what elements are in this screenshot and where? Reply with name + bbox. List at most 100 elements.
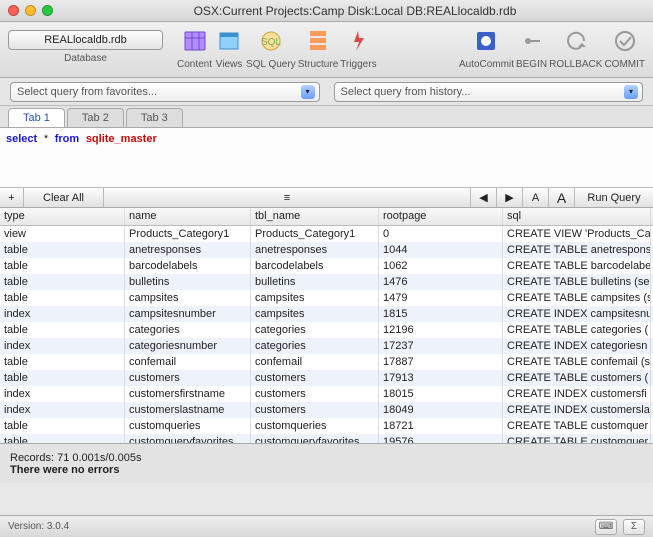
- sql-editor[interactable]: select * from sqlite_master: [0, 128, 653, 188]
- column-header-rootpage[interactable]: rootpage: [379, 208, 503, 225]
- table-row[interactable]: tablebulletinsbulletins1476CREATE TABLE …: [0, 274, 653, 290]
- toolbar-item-commit[interactable]: COMMIT: [604, 26, 645, 70]
- cell: categories: [251, 322, 379, 338]
- cell: categories: [251, 338, 379, 354]
- table-row[interactable]: tableconfemailconfemail17887CREATE TABLE…: [0, 354, 653, 370]
- run-query-button[interactable]: Run Query: [575, 188, 653, 207]
- cell: 17913: [379, 370, 503, 386]
- font-larger-button[interactable]: A: [549, 188, 575, 207]
- cell: CREATE TABLE customers (: [503, 370, 651, 386]
- column-header-tbl_name[interactable]: tbl_name: [251, 208, 379, 225]
- footer: Version: 3.0.4 ⌨ Σ: [0, 515, 653, 537]
- cell: 17887: [379, 354, 503, 370]
- table-row[interactable]: tablecategoriescategories12196CREATE TAB…: [0, 322, 653, 338]
- table-row[interactable]: tablebarcodelabelsbarcodelabels1062CREAT…: [0, 258, 653, 274]
- cell: CREATE TABLE barcodelabe: [503, 258, 651, 274]
- history-select[interactable]: Select query from history... ▾: [334, 82, 644, 102]
- sqlquery-icon: SQL: [256, 26, 286, 56]
- status-records: Records: 71 0.001s/0.005s: [10, 452, 643, 464]
- cell: table: [0, 242, 125, 258]
- sql-keyword: select: [6, 133, 37, 145]
- autocommit-icon: [471, 26, 501, 56]
- toolbar-item-triggers[interactable]: Triggers: [340, 26, 376, 70]
- cell: table: [0, 274, 125, 290]
- cell: table: [0, 434, 125, 443]
- title-bar: OSX:Current Projects:Camp Disk:Local DB:…: [0, 0, 653, 22]
- version-label: Version: 3.0.4: [8, 521, 69, 532]
- toolbar-item-begin[interactable]: BEGIN: [516, 26, 547, 70]
- font-smaller-button[interactable]: A: [523, 188, 549, 207]
- minimize-icon[interactable]: [25, 5, 36, 16]
- cell: CREATE TABLE confemail (s: [503, 354, 651, 370]
- table-row[interactable]: viewProducts_Category1Products_Category1…: [0, 226, 653, 242]
- cell: confemail: [125, 354, 251, 370]
- toolbar-item-autocommit[interactable]: AutoCommit: [459, 26, 514, 70]
- column-header-name[interactable]: name: [125, 208, 251, 225]
- cell: 1476: [379, 274, 503, 290]
- toolbar-label: SQL Query: [246, 59, 296, 70]
- cell: barcodelabels: [251, 258, 379, 274]
- views-icon: [214, 26, 244, 56]
- status-bar: Records: 71 0.001s/0.005s There were no …: [0, 443, 653, 483]
- table-row[interactable]: tablecampsitescampsites1479CREATE TABLE …: [0, 290, 653, 306]
- database-label: Database: [64, 53, 107, 64]
- cell: 12196: [379, 322, 503, 338]
- add-button[interactable]: +: [0, 188, 24, 207]
- cell: confemail: [251, 354, 379, 370]
- window-controls: [8, 5, 53, 16]
- cell: 0: [379, 226, 503, 242]
- toolbar-label: AutoCommit: [459, 59, 514, 70]
- database-button[interactable]: REALlocaldb.rdb: [8, 30, 163, 50]
- cell: campsitesnumber: [125, 306, 251, 322]
- cell: index: [0, 306, 125, 322]
- toolbar-item-content[interactable]: Content: [177, 26, 212, 70]
- table-row[interactable]: indexcategoriesnumbercategories17237CREA…: [0, 338, 653, 354]
- tab-1[interactable]: Tab 1: [8, 108, 65, 127]
- column-header-sql[interactable]: sql: [503, 208, 651, 225]
- table-row[interactable]: indexcampsitesnumbercampsites1815CREATE …: [0, 306, 653, 322]
- forward-button[interactable]: ▶: [497, 188, 523, 207]
- toolbar-item-views[interactable]: Views: [214, 26, 244, 70]
- selector-row: Select query from favorites... ▾ Select …: [0, 78, 653, 106]
- table-row[interactable]: indexcustomersfirstnamecustomers18015CRE…: [0, 386, 653, 402]
- clear-all-button[interactable]: Clear All: [24, 188, 104, 207]
- chevron-down-icon: ▾: [301, 85, 315, 99]
- menu-button[interactable]: ≡: [104, 188, 471, 207]
- toolbar: REALlocaldb.rdb Database ContentViewsSQL…: [0, 22, 653, 78]
- back-button[interactable]: ◀: [471, 188, 497, 207]
- sigma-button[interactable]: Σ: [623, 519, 645, 535]
- keyboard-icon[interactable]: ⌨: [595, 519, 617, 535]
- cell: 1479: [379, 290, 503, 306]
- cell: index: [0, 402, 125, 418]
- grid-body[interactable]: viewProducts_Category1Products_Category1…: [0, 226, 653, 443]
- column-header-type[interactable]: type: [0, 208, 125, 225]
- cell: table: [0, 370, 125, 386]
- tab-2[interactable]: Tab 2: [67, 108, 124, 127]
- grid-header: typenametbl_namerootpagesql: [0, 208, 653, 226]
- table-row[interactable]: tableanetresponsesanetresponses1044CREAT…: [0, 242, 653, 258]
- favorites-select[interactable]: Select query from favorites... ▾: [10, 82, 320, 102]
- toolbar-label: Triggers: [340, 59, 376, 70]
- cell: anetresponses: [125, 242, 251, 258]
- table-row[interactable]: tablecustomqueryfavoritescustomqueryfavo…: [0, 434, 653, 443]
- tab-3[interactable]: Tab 3: [126, 108, 183, 127]
- control-row: + Clear All ≡ ◀ ▶ A A Run Query: [0, 188, 653, 208]
- chevron-down-icon: ▾: [624, 85, 638, 99]
- toolbar-item-rollback[interactable]: ROLLBACK: [549, 26, 602, 70]
- cell: index: [0, 338, 125, 354]
- close-icon[interactable]: [8, 5, 19, 16]
- table-row[interactable]: tablecustomqueriescustomqueries18721CREA…: [0, 418, 653, 434]
- svg-text:SQL: SQL: [261, 37, 281, 48]
- cell: bulletins: [251, 274, 379, 290]
- sql-table: sqlite_master: [86, 133, 157, 145]
- favorites-placeholder: Select query from favorites...: [17, 86, 157, 98]
- cell: table: [0, 322, 125, 338]
- toolbar-item-sql-query[interactable]: SQL SQL Query: [246, 26, 296, 70]
- zoom-icon[interactable]: [42, 5, 53, 16]
- table-row[interactable]: tablecustomerscustomers17913CREATE TABLE…: [0, 370, 653, 386]
- toolbar-label: Structure: [298, 59, 339, 70]
- cell: CREATE INDEX customersla: [503, 402, 651, 418]
- table-row[interactable]: indexcustomerslastnamecustomers18049CREA…: [0, 402, 653, 418]
- toolbar-item-structure[interactable]: Structure: [298, 26, 339, 70]
- cell: customqueries: [251, 418, 379, 434]
